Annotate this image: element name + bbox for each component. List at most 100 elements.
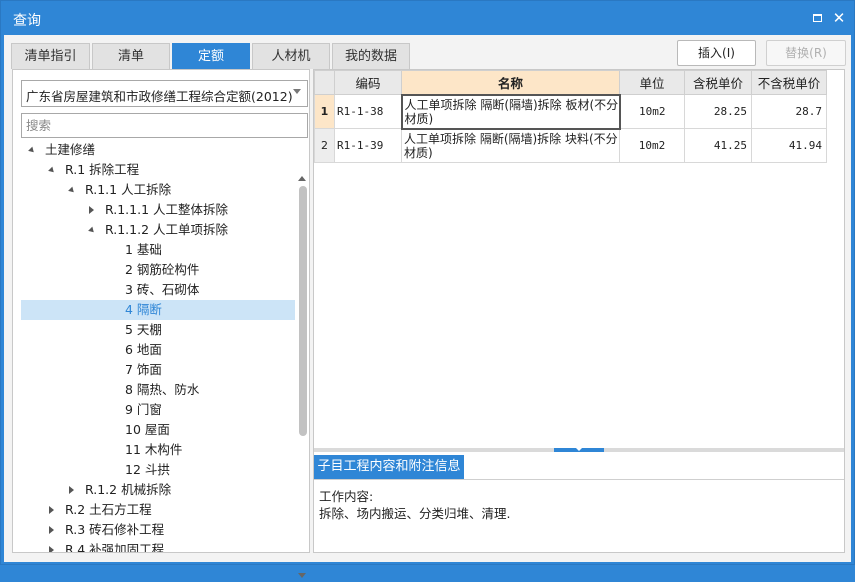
table-header: 编码 名称 单位 含税单价 不含税单价 (314, 70, 827, 95)
tree-node-label: 11 木构件 (125, 442, 183, 457)
cell-price-notax[interactable]: 28.7 (751, 94, 827, 129)
expand-arrow-icon[interactable] (88, 226, 96, 235)
tree-node-label: 5 天棚 (125, 322, 162, 337)
panel-splitter[interactable] (314, 448, 844, 452)
tree-node-label: 9 门窗 (125, 402, 162, 417)
tree-node[interactable]: 4 隔断 (21, 300, 295, 320)
cell-price-tax[interactable]: 28.25 (684, 94, 752, 129)
collapse-arrow-icon[interactable] (49, 526, 54, 534)
tree-scrollbar[interactable] (297, 170, 309, 582)
tab-my-data[interactable]: 我的数据 (332, 43, 410, 69)
library-select-value: 广东省房屋建筑和市政修缮工程综合定额(2012) (26, 89, 293, 104)
col-header-price-notax[interactable]: 不含税单价 (751, 70, 827, 95)
right-panel: 编码 名称 单位 含税单价 不含税单价 1 R1-1-38 人工单项拆除 隔断(… (313, 69, 845, 553)
tree-node-label: 土建修缮 (45, 142, 96, 157)
tree-node[interactable]: 2 钢筋砼构件 (21, 260, 295, 280)
tree-node[interactable]: 11 木构件 (21, 440, 295, 460)
tab-labor-material-machine[interactable]: 人材机 (252, 43, 330, 69)
tree-node[interactable]: R.4 补强加固工程 (21, 540, 295, 552)
work-content-panel: 工作内容: 拆除、场内搬运、分类归堆、清理. (314, 479, 844, 552)
tab-guide[interactable]: 清单指引 (11, 43, 90, 69)
tree-node-label: R.2 土石方工程 (65, 502, 152, 517)
client-area: 清单指引 清单 定额 人材机 我的数据 插入(I) 替换(R) 广东省房屋建筑和… (4, 35, 851, 578)
scroll-up-icon[interactable] (298, 176, 306, 181)
collapse-arrow-icon[interactable] (89, 206, 94, 214)
collapse-arrow-icon[interactable] (49, 506, 54, 514)
maximize-button[interactable] (809, 10, 825, 26)
tree-node[interactable]: 10 屋面 (21, 420, 295, 440)
cell-unit[interactable]: 10m2 (619, 128, 685, 163)
insert-button[interactable]: 插入(I) (677, 40, 756, 66)
tree-node-label: 7 饰面 (125, 362, 162, 377)
left-panel: 广东省房屋建筑和市政修缮工程综合定额(2012) 土建修缮 R.1 拆除工程 R.1… (12, 69, 310, 578)
chevron-down-icon (293, 89, 301, 94)
tree-node[interactable]: 8 隔热、防水 (21, 380, 295, 400)
quota-tree: 土建修缮 R.1 拆除工程 R.1.1 人工拆除 R.1.1.1 人工整体拆除 R.1.… (21, 140, 295, 552)
expand-arrow-icon[interactable] (28, 146, 36, 155)
tree-node[interactable]: 5 天棚 (21, 320, 295, 340)
table-row[interactable]: 2 R1-1-39 人工单项拆除 隔断(隔墙)拆除 块料(不分材质) 10m2 … (314, 128, 827, 163)
col-header-unit[interactable]: 单位 (619, 70, 685, 95)
tree-node[interactable]: R.1.1.1 人工整体拆除 (21, 200, 295, 220)
tab-quota[interactable]: 定额 (172, 43, 250, 69)
window-title: 查询 (13, 13, 41, 29)
row-number: 2 (314, 128, 335, 163)
tree-node-label: 12 斗拱 (125, 462, 170, 477)
cell-code[interactable]: R1-1-39 (334, 128, 402, 163)
tree-node[interactable]: 3 砖、石砌体 (21, 280, 295, 300)
tab-bill[interactable]: 清单 (92, 43, 170, 69)
tree-node[interactable]: R.2 土石方工程 (21, 500, 295, 520)
col-header-price-tax[interactable]: 含税单价 (684, 70, 752, 95)
scroll-thumb[interactable] (299, 186, 307, 436)
tree-node[interactable]: R.1.2 机械拆除 (21, 480, 295, 500)
tree-node[interactable]: 9 门窗 (21, 400, 295, 420)
tab-work-content-notes[interactable]: 子目工程内容和附注信息 (314, 455, 464, 479)
tree-node[interactable]: R.3 砖石修补工程 (21, 520, 295, 540)
collapse-down-icon[interactable] (576, 448, 582, 451)
collapse-arrow-icon[interactable] (69, 486, 74, 494)
query-window: 查询 ✕ 清单指引 清单 定额 人材机 我的数据 插入(I) 替换(R) 广东省… (0, 0, 855, 578)
cell-name[interactable]: 人工单项拆除 隔断(隔墙)拆除 块料(不分材质) (401, 128, 620, 163)
tree-node-label: R.1.1.2 人工单项拆除 (105, 222, 228, 237)
expand-arrow-icon[interactable] (48, 166, 56, 175)
tree-node-label: R.1.1 人工拆除 (85, 182, 172, 197)
library-select[interactable]: 广东省房屋建筑和市政修缮工程综合定额(2012) (21, 80, 308, 107)
tree-node-label: 10 屋面 (125, 422, 170, 437)
tree-node[interactable]: 土建修缮 (21, 140, 295, 160)
tree-node[interactable]: 12 斗拱 (21, 460, 295, 480)
cell-price-tax[interactable]: 41.25 (684, 128, 752, 163)
tree-node[interactable]: 6 地面 (21, 340, 295, 360)
close-button[interactable]: ✕ (831, 10, 847, 26)
row-number: 1 (314, 94, 335, 129)
tree-node-label: 2 钢筋砼构件 (125, 262, 200, 277)
tree-node-label: R.1.2 机械拆除 (85, 482, 172, 497)
tree-node-label: 4 隔断 (125, 302, 162, 317)
tree-node[interactable]: R.1.1.2 人工单项拆除 (21, 220, 295, 240)
cell-name[interactable]: 人工单项拆除 隔断(隔墙)拆除 板材(不分材质) (400, 93, 621, 130)
tree-node-label: 8 隔热、防水 (125, 382, 200, 397)
close-icon: ✕ (832, 9, 846, 27)
tree-node-label: R.3 砖石修补工程 (65, 522, 165, 537)
tree-node[interactable]: 1 基础 (21, 240, 295, 260)
tree-node-label: R.4 补强加固工程 (65, 542, 165, 552)
collapse-arrow-icon[interactable] (49, 546, 54, 552)
replace-button[interactable]: 替换(R) (766, 40, 846, 66)
cell-code[interactable]: R1-1-38 (334, 94, 402, 129)
expand-arrow-icon[interactable] (68, 186, 76, 195)
col-header-rownum (314, 70, 335, 95)
scroll-down-icon[interactable] (298, 573, 306, 578)
table-row[interactable]: 1 R1-1-38 人工单项拆除 隔断(隔墙)拆除 板材(不分材质) 10m2 … (314, 93, 827, 130)
tree-node[interactable]: 7 饰面 (21, 360, 295, 380)
tree-node[interactable]: R.1 拆除工程 (21, 160, 295, 180)
col-header-code[interactable]: 编码 (334, 70, 402, 95)
maximize-icon (812, 14, 822, 22)
search-input[interactable] (21, 113, 308, 138)
tree-node-label: R.1 拆除工程 (65, 162, 140, 177)
tree-node-label: 3 砖、石砌体 (125, 282, 200, 297)
cell-unit[interactable]: 10m2 (619, 94, 685, 129)
col-header-name[interactable]: 名称 (401, 70, 620, 95)
title-bar[interactable]: 查询 ✕ (1, 1, 854, 35)
quota-table: 编码 名称 单位 含税单价 不含税单价 1 R1-1-38 人工单项拆除 隔断(… (314, 70, 827, 163)
tree-node[interactable]: R.1.1 人工拆除 (21, 180, 295, 200)
cell-price-notax[interactable]: 41.94 (751, 128, 827, 163)
